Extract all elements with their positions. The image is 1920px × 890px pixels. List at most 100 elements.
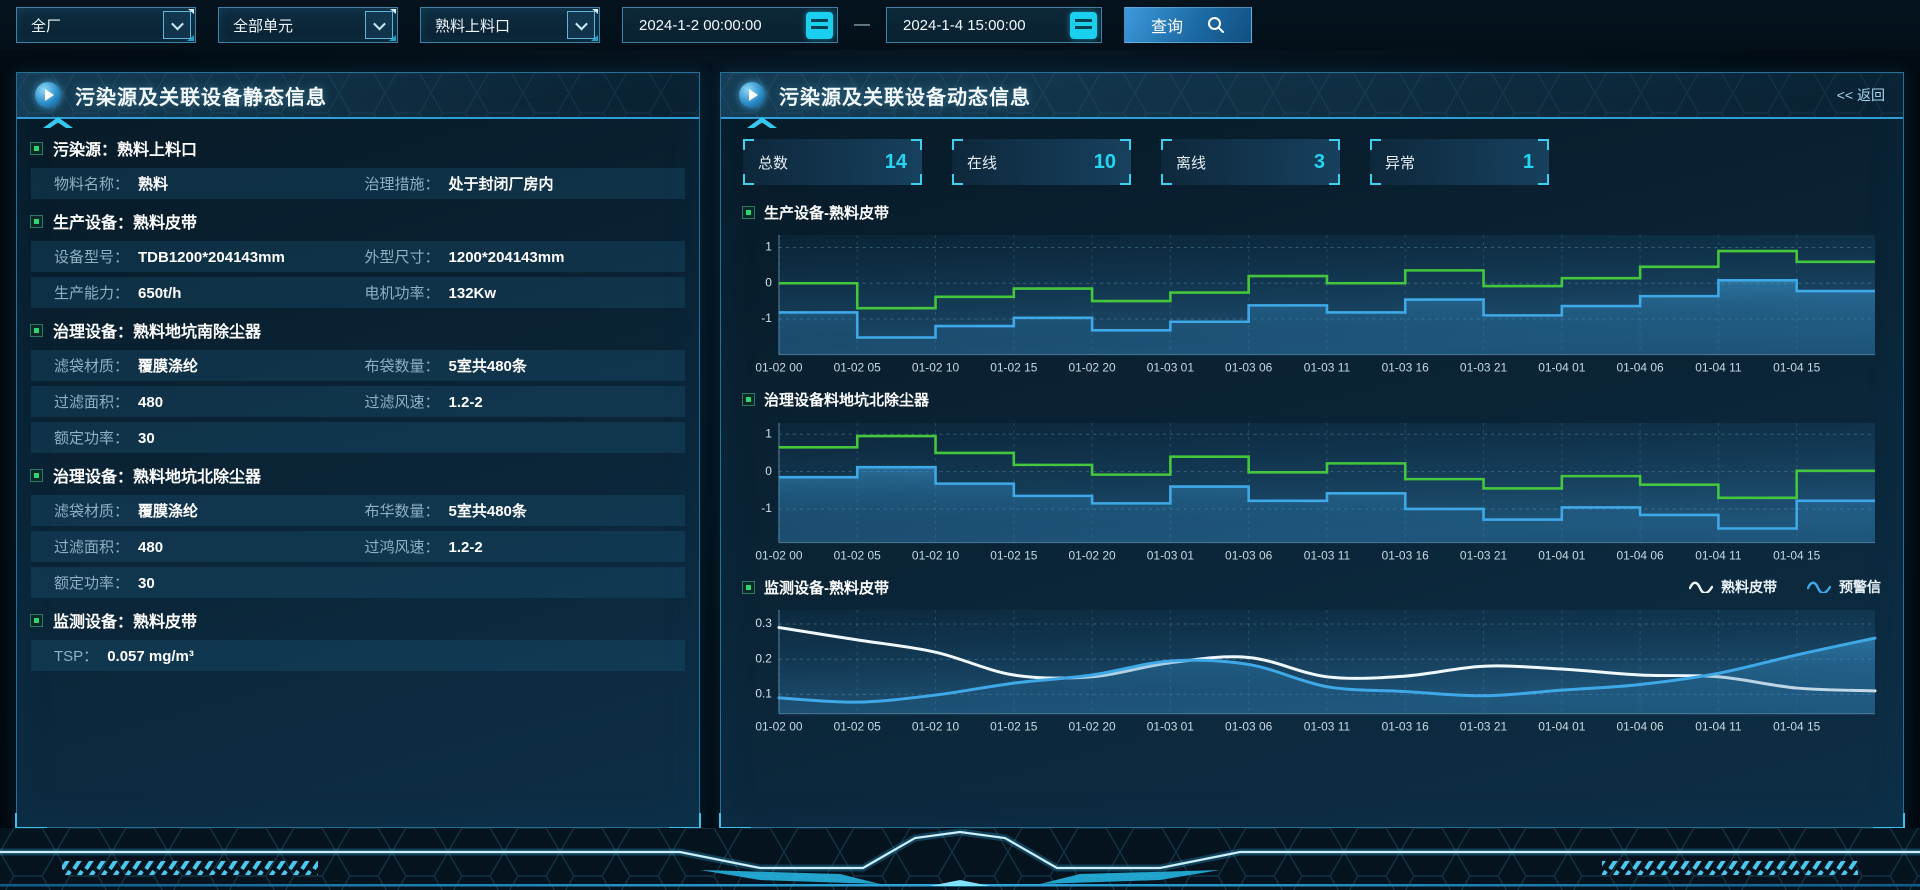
svg-text:01-03 11: 01-03 11 [1304, 548, 1351, 562]
green-square-bullet [743, 207, 754, 218]
corner-bracket [1538, 139, 1549, 150]
info-pair: 布华数量：5室共480条 [365, 500, 676, 521]
start-datetime-value: 2024-1-2 00:00:00 [639, 17, 762, 34]
chart-title: 治理设备料地坑北除尘器 [764, 389, 929, 410]
back-link[interactable]: << 返回 [1837, 85, 1885, 105]
corner-bracket [1120, 139, 1131, 150]
unit-select[interactable]: 全部单元 [218, 7, 398, 43]
info-label: 电机功率： [365, 282, 440, 303]
info-label: 额定功率： [54, 427, 129, 448]
info-pair: 过滤面积：480 [54, 391, 365, 412]
info-row: 额定功率：30 [31, 422, 685, 453]
svg-text:01-04 06: 01-04 06 [1617, 720, 1665, 734]
info-value: 熟料 [138, 173, 168, 194]
svg-text:01-03 06: 01-03 06 [1225, 720, 1273, 734]
svg-text:01-02 05: 01-02 05 [834, 361, 882, 375]
svg-text:01-04 15: 01-04 15 [1773, 361, 1821, 375]
info-pair: 滤袋材质：覆膜涤纶 [54, 500, 365, 521]
calendar-icon[interactable] [806, 12, 833, 39]
stat-value: 14 [885, 151, 907, 174]
chart-title-row: 治理设备料地坑北除尘器 [743, 387, 1881, 413]
info-row: 滤袋材质：覆膜涤纶布华数量：5室共480条 [31, 495, 685, 526]
chart-svg: 0.30.20.101-02 0001-02 0501-02 1001-02 1… [743, 602, 1881, 736]
plant-select[interactable]: 全厂 [16, 7, 196, 43]
svg-text:01-03 21: 01-03 21 [1460, 720, 1508, 734]
info-section-title: 生产设备：熟料皮带 [31, 206, 685, 236]
svg-text:-1: -1 [761, 501, 772, 515]
info-label: 过鸿风速： [365, 536, 440, 557]
corner-bracket [1329, 139, 1340, 150]
dynamic-panel-title: 污染源及关联设备动态信息 [779, 81, 1031, 110]
green-square-bullet [31, 325, 42, 336]
svg-text:0.2: 0.2 [755, 652, 772, 666]
info-pair: 电机功率：132Kw [365, 282, 676, 303]
production-device-chart: 10-101-02 0001-02 0501-02 1001-02 1501-0… [743, 227, 1881, 377]
static-info-panel: 污染源及关联设备静态信息 污染源：熟料上料口物料名称：熟料治理措施：处于封闭厂房… [16, 72, 700, 828]
svg-text:0: 0 [765, 275, 772, 289]
info-label: 过滤面积： [54, 391, 129, 412]
calendar-icon[interactable] [1070, 12, 1097, 39]
svg-text:01-02 15: 01-02 15 [990, 720, 1038, 734]
svg-text:01-04 06: 01-04 06 [1617, 548, 1665, 562]
info-value: 覆膜涤纶 [138, 355, 198, 376]
green-square-bullet [31, 470, 42, 481]
corner-bracket [743, 174, 754, 185]
info-label: 滤袋材质： [54, 355, 129, 376]
svg-text:01-04 11: 01-04 11 [1695, 361, 1742, 375]
svg-text:1: 1 [765, 426, 772, 440]
source-select[interactable]: 熟料上料口 [420, 7, 600, 43]
end-datetime-input[interactable]: 2024-1-4 15:00:00 [886, 7, 1102, 43]
info-value: 0.057 mg/m³ [107, 648, 194, 665]
dynamic-info-header: 污染源及关联设备动态信息 << 返回 [721, 73, 1903, 119]
info-label: TSP： [54, 645, 98, 666]
svg-text:01-03 01: 01-03 01 [1147, 361, 1195, 375]
section-title-text: 生产设备：熟料皮带 [53, 209, 197, 233]
svg-text:01-02 15: 01-02 15 [990, 361, 1038, 375]
chevron-down-icon[interactable] [567, 11, 595, 39]
start-datetime-input[interactable]: 2024-1-2 00:00:00 [622, 7, 838, 43]
static-info-header: 污染源及关联设备静态信息 [17, 73, 699, 119]
info-pair: TSP： 0.057 mg/m³ [54, 645, 365, 666]
svg-text:01-04 15: 01-04 15 [1773, 548, 1821, 562]
stat-card-total: 总数14 [743, 139, 922, 185]
info-label: 外型尺寸： [365, 246, 440, 267]
chart-svg: 10-101-02 0001-02 0501-02 1001-02 1501-0… [743, 227, 1881, 377]
info-row: 过滤面积：480过鸿风速：1.2-2 [31, 531, 685, 562]
legend-item[interactable]: 熟料皮带 [1689, 577, 1777, 597]
corner-bracket [1538, 174, 1549, 185]
svg-text:01-03 11: 01-03 11 [1304, 361, 1351, 375]
svg-text:01-02 20: 01-02 20 [1068, 361, 1116, 375]
stat-label: 离线 [1176, 152, 1206, 173]
info-row: 额定功率：30 [31, 567, 685, 598]
treatment-device-chart: 10-101-02 0001-02 0501-02 1001-02 1501-0… [743, 415, 1881, 565]
info-value: 覆膜涤纶 [138, 500, 198, 521]
chevron-down-icon[interactable] [163, 11, 191, 39]
svg-text:01-03 21: 01-03 21 [1460, 548, 1508, 562]
chevron-down-icon[interactable] [365, 11, 393, 39]
legend-item[interactable]: 预警信 [1807, 577, 1881, 597]
svg-text:01-02 00: 01-02 00 [755, 548, 803, 562]
svg-text:0: 0 [765, 463, 772, 477]
info-pair: 设备型号：TDB1200*204143mm [54, 246, 365, 267]
back-arrows: << [1837, 87, 1853, 103]
info-value: 5室共480条 [449, 500, 527, 521]
search-button[interactable]: 查询 [1124, 7, 1252, 43]
svg-text:01-02 05: 01-02 05 [834, 720, 882, 734]
corner-bracket [952, 174, 963, 185]
green-square-bullet [31, 143, 42, 154]
svg-text:01-03 06: 01-03 06 [1225, 548, 1273, 562]
info-value: 30 [138, 575, 155, 592]
chart-legend: 熟料皮带 预警信 [1689, 577, 1881, 597]
green-square-bullet [743, 582, 754, 593]
chevron-glyph [575, 17, 588, 30]
svg-text:01-04 15: 01-04 15 [1773, 720, 1821, 734]
plant-select-value: 全厂 [31, 15, 61, 36]
info-pair: 布袋数量：5室共480条 [365, 355, 676, 376]
corner-bracket [1370, 139, 1381, 150]
corner-bracket [952, 139, 963, 150]
svg-text:01-02 00: 01-02 00 [755, 720, 803, 734]
static-info-list: 污染源：熟料上料口物料名称：熟料治理措施：处于封闭厂房内生产设备：熟料皮带设备型… [17, 119, 699, 671]
svg-text:01-03 06: 01-03 06 [1225, 361, 1273, 375]
info-value: 1.2-2 [449, 394, 483, 411]
end-datetime-value: 2024-1-4 15:00:00 [903, 17, 1026, 34]
